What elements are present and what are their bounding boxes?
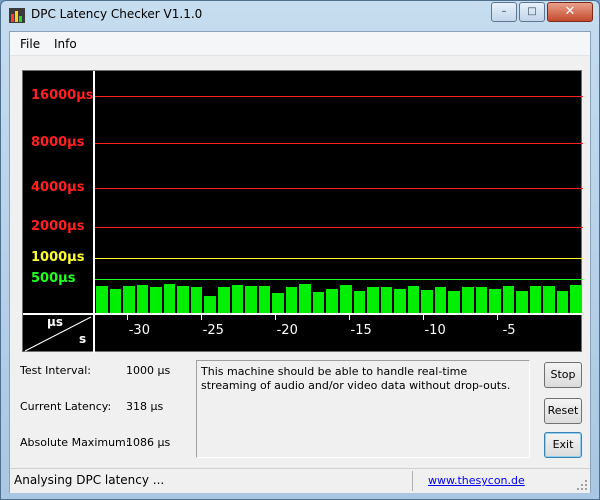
y-axis-label: 1000µs [31,250,85,265]
y-axis-label: 2000µs [31,219,85,234]
latency-bar [218,287,230,313]
exit-button[interactable]: Exit [544,432,582,458]
gridline-1 [95,96,583,97]
latency-bar [136,285,149,313]
latency-bar [502,285,515,313]
latency-bar [150,287,162,313]
latency-bar [489,289,501,313]
x-axis-tick [201,315,203,320]
y-axis-label: 4000µs [31,180,85,195]
latency-bar [516,291,528,313]
window-title: DPC Latency Checker V1.1.0 [31,7,203,21]
menu-bar: File Info [10,32,590,56]
absolute-maximum-value: 1086 µs [126,436,171,449]
gridline-5 [95,258,583,259]
close-button[interactable]: ✕ [547,2,593,22]
latency-graph: µs s 16000µs 8000µs 4000µs 2000µs 1000µs 500µ… [22,70,583,353]
current-latency-value: 318 µs [126,400,164,413]
latency-bar [123,285,135,313]
latency-bar [380,287,393,313]
resize-grip-icon[interactable] [576,479,588,491]
x-axis-tick-label: -10 [424,323,446,338]
status-separator [412,471,413,491]
website-link[interactable]: www.thesycon.de [428,474,525,487]
latency-bar [475,287,488,313]
gridline-2 [95,143,583,144]
latency-bar [258,286,271,313]
x-axis-tick-label: -15 [350,323,372,338]
app-bars-icon [9,8,25,23]
test-interval-label: Test Interval: [20,364,91,377]
x-axis-tick [349,315,351,320]
y-axis-label: 16000µs [31,88,94,103]
latency-bar [543,285,555,313]
current-latency-label: Current Latency: [20,400,112,413]
status-bar: Analysing DPC latency ... www.thesycon.d… [10,468,590,493]
latency-bar [177,285,189,313]
x-axis-tick [497,315,499,320]
latency-bar [312,291,325,313]
latency-bar [190,287,203,313]
latency-bar [407,285,420,313]
maximize-button[interactable]: □ [519,2,545,22]
latency-bar [340,285,352,313]
latency-bar [96,285,108,313]
latency-bar [556,290,569,313]
latency-bar [570,285,582,313]
x-axis-tick [423,315,425,320]
stop-button[interactable]: Stop [544,362,582,388]
test-interval-value: 1000 µs [126,364,171,377]
title-bar[interactable]: DPC Latency Checker V1.1.0 – □ ✕ [1,1,599,29]
y-axis-label: 500µs [31,271,76,286]
y-unit-label: µs [47,315,63,329]
x-unit-label: s [79,332,87,346]
latency-bar [231,285,244,313]
x-axis-tick-label: -30 [128,323,150,338]
x-axis-divider [23,313,583,315]
latency-bar [245,286,257,313]
latency-bar [109,288,122,313]
gridline-3 [95,188,583,189]
x-axis-tick [275,315,277,320]
latency-bars [95,71,583,313]
latency-bar [285,287,298,313]
y-axis-label: 8000µs [31,135,85,150]
y-axis-divider [93,71,95,353]
latency-bar [529,286,542,313]
x-axis-tick-label: -5 [502,323,516,338]
x-axis-tick [127,315,129,320]
latency-bar [204,296,216,313]
x-axis-tick-label: -20 [276,323,298,338]
latency-bar [353,291,366,313]
status-text: Analysing DPC latency ... [14,473,165,487]
latency-bar [462,287,474,313]
latency-bar [272,292,284,313]
client-area: File Info µs s 16000µs 8000µs 4000µs 2000µs… [9,31,591,493]
app-window: DPC Latency Checker V1.1.0 – □ ✕ File In… [0,0,600,500]
latency-bar [394,289,406,313]
gridline-4 [95,227,583,228]
latency-bar [299,284,311,313]
menu-file[interactable]: File [20,37,40,51]
absolute-maximum-label: Absolute Maximum: [20,436,130,449]
menu-info[interactable]: Info [54,37,77,51]
status-message: This machine should be able to handle re… [196,360,530,458]
latency-bar [434,287,447,313]
reset-button[interactable]: Reset [544,398,582,424]
latency-bar [367,287,379,313]
latency-bar [163,284,176,313]
latency-bar [421,289,433,313]
x-axis-tick-label: -25 [202,323,224,338]
minimize-button[interactable]: – [491,2,517,22]
gridline-6 [95,279,583,280]
latency-bar [448,291,460,313]
latency-bar [326,289,338,313]
